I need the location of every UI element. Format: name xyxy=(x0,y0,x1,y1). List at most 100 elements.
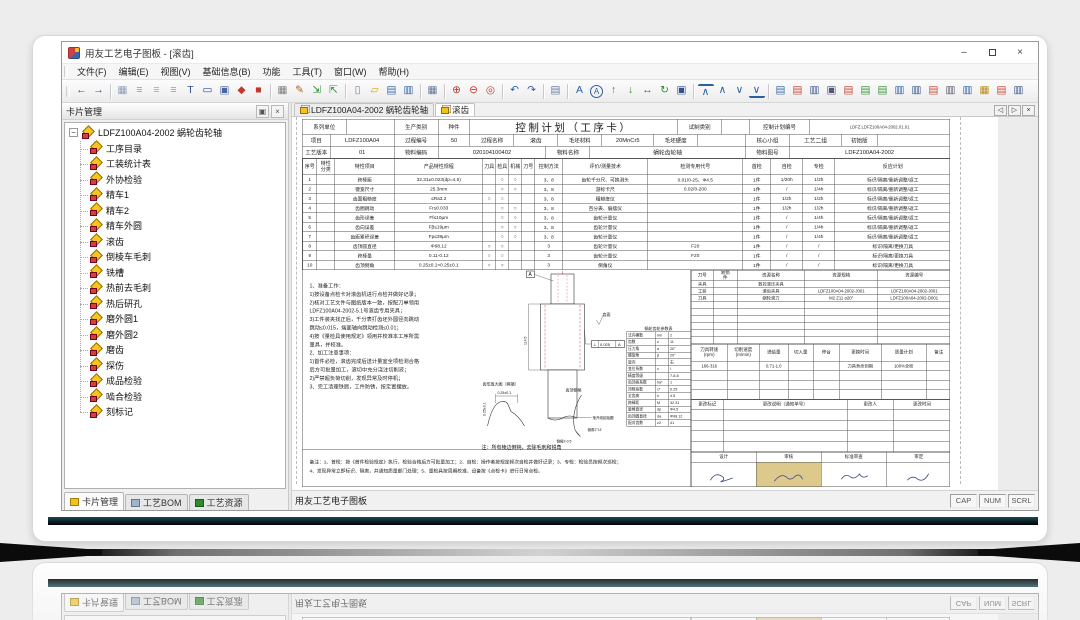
redo-icon[interactable]: ↷ xyxy=(524,83,540,99)
move-bottom-icon[interactable]: ∨ xyxy=(749,84,765,98)
capture-icon[interactable]: ▦ xyxy=(275,83,291,99)
zoom-fit-icon[interactable]: ◎ xyxy=(483,83,499,99)
move-top-icon[interactable]: ∧ xyxy=(698,84,714,98)
panel-float-button[interactable]: ▣ xyxy=(256,105,269,118)
char-rotate-icon[interactable]: ↻ xyxy=(657,83,673,99)
export-image-icon[interactable]: ⇱ xyxy=(326,83,342,99)
tree-item-7[interactable]: 倒棱车毛刺 xyxy=(73,249,285,265)
tree-root[interactable]: − LDFZ100A04-2002 蜗轮齿轮轴 xyxy=(67,125,285,141)
card-export-icon[interactable]: ▤ xyxy=(994,83,1010,99)
table-cell xyxy=(317,260,335,270)
panel-tab-0[interactable]: 卡片管理 xyxy=(64,492,124,510)
copy-all-icon[interactable]: ▥ xyxy=(960,83,976,99)
row-down-icon[interactable]: ▤ xyxy=(875,83,891,99)
tree-item-13[interactable]: 磨齿 xyxy=(73,342,285,358)
char-circle-icon[interactable]: A xyxy=(590,85,603,98)
row-delete-icon[interactable]: ▤ xyxy=(841,83,857,99)
copy-icon[interactable]: ▥ xyxy=(943,83,959,99)
document-tab-1[interactable]: 滚齿 xyxy=(435,103,475,116)
go-forward-icon[interactable]: → xyxy=(91,83,107,99)
zoom-out-icon[interactable]: ⊖ xyxy=(466,83,482,99)
menu-item-4[interactable]: 功能 xyxy=(257,65,287,78)
rect-tool-icon[interactable]: ▭ xyxy=(200,83,216,99)
minimize-button[interactable]: – xyxy=(950,43,978,62)
close-button[interactable]: × xyxy=(1006,43,1034,62)
align-left-icon[interactable]: ≡ xyxy=(132,83,148,99)
tree-item-15[interactable]: 成品检验 xyxy=(73,373,285,389)
row-up-icon[interactable]: ▤ xyxy=(858,83,874,99)
panel-close-button[interactable]: × xyxy=(271,105,284,118)
char-widen-icon[interactable]: ↔ xyxy=(640,83,656,99)
tree-item-9[interactable]: 热前去毛刺 xyxy=(73,280,285,296)
card-print-icon[interactable]: ▥ xyxy=(807,83,823,99)
cell-select-icon[interactable]: ▦ xyxy=(115,83,131,99)
card-node-icon xyxy=(90,266,102,278)
menu-item-6[interactable]: 窗口(W) xyxy=(328,65,373,78)
zoom-in-icon[interactable]: ⊕ xyxy=(449,83,465,99)
import-image-icon[interactable]: ⇲ xyxy=(309,83,325,99)
collapse-icon[interactable]: − xyxy=(69,128,78,137)
comment-icon[interactable]: ▣ xyxy=(674,83,690,99)
paste-icon[interactable]: ▦ xyxy=(977,83,993,99)
maximize-button[interactable] xyxy=(978,43,1006,62)
toolbar-grip[interactable] xyxy=(66,86,70,97)
tree-item-1[interactable]: 工装统计表 xyxy=(73,156,285,172)
param-row: 精度等级7-6-6 xyxy=(627,372,691,379)
card-lock-icon[interactable]: ▣ xyxy=(824,83,840,99)
tree-item-5[interactable]: 精车外圆 xyxy=(73,218,285,234)
open-file-icon[interactable]: ▱ xyxy=(367,83,383,99)
new-file-icon[interactable]: ▯ xyxy=(350,83,366,99)
save-icon[interactable]: ▤ xyxy=(384,83,400,99)
fill-icon[interactable]: ■ xyxy=(251,83,267,99)
document-tab-0[interactable]: LDFZ100A04-2002 蜗轮齿轮轴 xyxy=(294,103,434,116)
tree-item-8[interactable]: 铣槽 xyxy=(73,265,285,281)
menu-item-5[interactable]: 工具(T) xyxy=(287,65,329,78)
tree-item-2[interactable]: 外协检验 xyxy=(73,172,285,188)
tree-item-6[interactable]: 滚齿 xyxy=(73,234,285,250)
tree-item-11[interactable]: 磨外圆1 xyxy=(73,311,285,327)
document-viewport[interactable]: 系列单位生产类别种件控制计划（工序卡）试制类别控制计划编号LDFZ.LDFZ10… xyxy=(292,117,1038,490)
menu-item-7[interactable]: 帮助(H) xyxy=(373,65,416,78)
go-back-icon[interactable]: ← xyxy=(74,83,90,99)
print-icon[interactable]: ▦ xyxy=(425,83,441,99)
tree-item-4[interactable]: 精车2 xyxy=(73,203,285,219)
text-tool-icon[interactable]: T xyxy=(183,83,199,99)
pencil-icon[interactable]: ✎ xyxy=(292,83,308,99)
tree-item-12[interactable]: 磨外圆2 xyxy=(73,327,285,343)
char-raise-icon[interactable]: ↑ xyxy=(606,83,622,99)
move-up-icon[interactable]: ∧ xyxy=(715,83,731,99)
tree-item-14[interactable]: 探伤 xyxy=(73,358,285,374)
move-down-icon[interactable]: ∨ xyxy=(732,83,748,99)
table-cell xyxy=(317,213,335,223)
align-right-icon[interactable]: ≡ xyxy=(166,83,182,99)
card-view-icon[interactable]: ▥ xyxy=(1011,83,1027,99)
card-delete-icon[interactable]: ▤ xyxy=(790,83,806,99)
menubar-grip[interactable] xyxy=(64,66,68,77)
image-tool-icon[interactable]: ▣ xyxy=(217,83,233,99)
menu-item-1[interactable]: 编辑(E) xyxy=(113,65,155,78)
eraser-icon[interactable]: ◆ xyxy=(234,83,250,99)
tab-scroll-left-button[interactable]: ◁ xyxy=(994,105,1007,116)
tab-close-button[interactable]: × xyxy=(1022,105,1035,116)
panel-tab-1[interactable]: 工艺BOM xyxy=(125,494,188,510)
tree-item-3[interactable]: 精车1 xyxy=(73,187,285,203)
tab-scroll-right-button[interactable]: ▷ xyxy=(1008,105,1021,116)
tree-item-16[interactable]: 啮合检验 xyxy=(73,389,285,405)
align-center-icon[interactable]: ≡ xyxy=(149,83,165,99)
panel-tab-2[interactable]: 工艺资源 xyxy=(189,494,249,510)
char-lower-icon[interactable]: ↓ xyxy=(623,83,639,99)
tree-item-0[interactable]: 工序目录 xyxy=(73,141,285,157)
save-all-icon[interactable]: ▥ xyxy=(401,83,417,99)
menu-item-3[interactable]: 基础信息(B) xyxy=(197,65,257,78)
menu-item-2[interactable]: 视图(V) xyxy=(155,65,197,78)
card-new-icon[interactable]: ▤ xyxy=(773,83,789,99)
doc-info-icon[interactable]: ▤ xyxy=(548,83,564,99)
tree-item-10[interactable]: 热后研孔 xyxy=(73,296,285,312)
row-cut-icon[interactable]: ▤ xyxy=(926,83,942,99)
undo-icon[interactable]: ↶ xyxy=(507,83,523,99)
font-icon[interactable]: A xyxy=(572,83,588,99)
row-insert-icon[interactable]: ▥ xyxy=(909,83,925,99)
row-copy-icon[interactable]: ▥ xyxy=(892,83,908,99)
menu-item-0[interactable]: 文件(F) xyxy=(71,65,113,78)
tree-item-17[interactable]: 刻标记 xyxy=(73,404,285,420)
